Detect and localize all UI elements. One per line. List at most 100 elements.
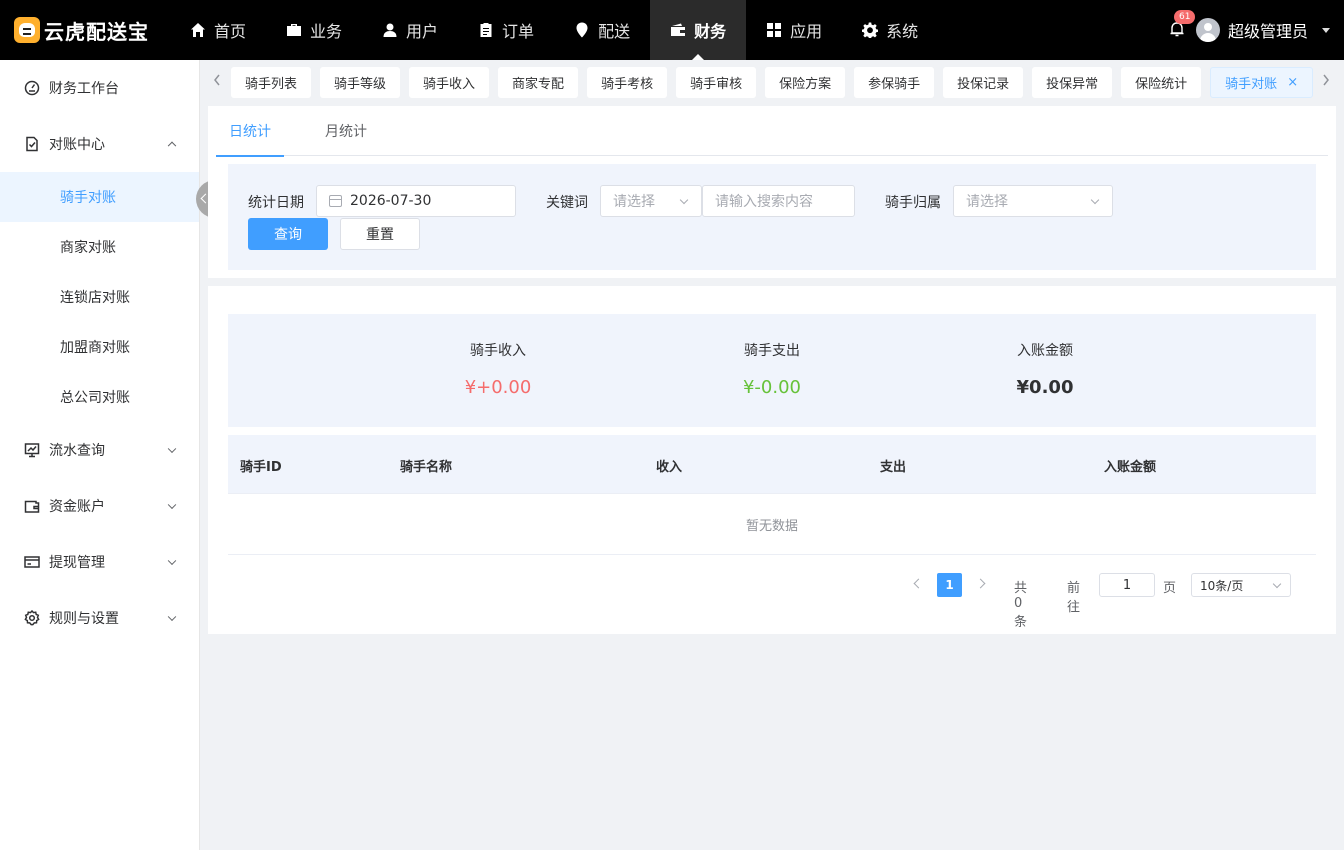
tags-bar: 骑手列表 骑手等级 骑手收入 商家专配 骑手考核 骑手审核 保险方案 参保骑手 … bbox=[208, 66, 1336, 100]
income-label: 骑手收入 bbox=[470, 343, 526, 359]
tag-rider-level[interactable]: 骑手等级 bbox=[320, 67, 401, 98]
sidebar-subitem-rider-reconcile[interactable]: 骑手对账 bbox=[0, 172, 199, 222]
tag-rider-reconcile[interactable]: 骑手对账 × bbox=[1210, 67, 1314, 98]
reset-button[interactable]: 重置 bbox=[340, 218, 420, 250]
app-logo[interactable]: 云虎配送宝 bbox=[14, 16, 149, 44]
topnav-label: 财务 bbox=[694, 22, 727, 41]
summary-card: 骑手收入 ¥+0.00 骑手支出 ¥-0.00 入账金额 ¥0.00 bbox=[228, 314, 1316, 427]
tab-daily[interactable]: 日统计 bbox=[216, 106, 284, 157]
caret-down-icon[interactable] bbox=[1322, 27, 1330, 33]
page-number-current[interactable]: 1 bbox=[937, 573, 962, 597]
settings-icon bbox=[24, 610, 40, 626]
filter-panel: 日统计 月统计 统计日期 2026-07-30 关键词 请选择 请输入搜索内容 … bbox=[208, 106, 1336, 278]
sidebar-item-reconcile[interactable]: 对账中心 bbox=[0, 116, 199, 172]
topnav-label: 应用 bbox=[790, 22, 823, 41]
goto-page-input[interactable]: 1 bbox=[1099, 573, 1155, 597]
query-button[interactable]: 查询 bbox=[248, 218, 328, 250]
wallet-icon bbox=[671, 23, 686, 36]
tag-insurance-exceptions[interactable]: 投保异常 bbox=[1032, 67, 1113, 98]
topnav-business[interactable]: 业务 bbox=[266, 0, 362, 60]
topnav-finance[interactable]: 财务 bbox=[650, 0, 747, 60]
sidebar-item-withdraw[interactable]: 提现管理 bbox=[0, 534, 199, 590]
notification-badge: 61 bbox=[1173, 10, 1196, 24]
table-header: 骑手ID 骑手名称 收入 支出 入账金额 bbox=[228, 435, 1316, 494]
belong-select[interactable]: 请选择 bbox=[953, 185, 1113, 217]
summary-income: 骑手收入 ¥+0.00 bbox=[398, 340, 598, 398]
keyword-input[interactable]: 请输入搜索内容 bbox=[702, 185, 855, 217]
sidebar-subitem-franchise-reconcile[interactable]: 加盟商对账 bbox=[0, 322, 199, 372]
credit-card-icon bbox=[24, 556, 40, 568]
topnav-delivery[interactable]: 配送 bbox=[554, 0, 650, 60]
close-icon[interactable]: × bbox=[1287, 75, 1298, 90]
tag-insured-riders[interactable]: 参保骑手 bbox=[854, 67, 935, 98]
entry-label: 入账金额 bbox=[1017, 343, 1073, 359]
topnav-apps[interactable]: 应用 bbox=[746, 0, 842, 60]
total-count: 共 0 条 bbox=[1014, 581, 1028, 630]
column-header-rider-name[interactable]: 骑手名称 bbox=[400, 456, 452, 475]
top-bar: 云虎配送宝 首页 业务 用户 订单 配送 财务 应用 系统 61 超级管理员 bbox=[0, 0, 1344, 60]
document-check-icon bbox=[26, 136, 38, 152]
tag-rider-list[interactable]: 骑手列表 bbox=[231, 67, 312, 98]
tag-insurance-plan[interactable]: 保险方案 bbox=[765, 67, 846, 98]
username[interactable]: 超级管理员 bbox=[1228, 18, 1308, 42]
sidebar-subitem-hq-reconcile[interactable]: 总公司对账 bbox=[0, 372, 199, 422]
prev-page-icon[interactable] bbox=[913, 578, 924, 589]
column-header-expense[interactable]: 支出 bbox=[880, 456, 906, 475]
filter-form: 统计日期 2026-07-30 关键词 请选择 请输入搜索内容 骑手归属 请选择… bbox=[228, 164, 1316, 270]
table-empty-text: 暂无数据 bbox=[228, 495, 1316, 555]
dashboard-icon bbox=[24, 80, 40, 96]
sidebar-item-accounts[interactable]: 资金账户 bbox=[0, 478, 199, 534]
topnav-label: 用户 bbox=[406, 22, 439, 41]
sidebar-item-label: 提现管理 bbox=[49, 555, 105, 571]
column-header-rider-id[interactable]: 骑手ID bbox=[240, 456, 282, 475]
topnav-system[interactable]: 系统 bbox=[842, 0, 938, 60]
topnav-users[interactable]: 用户 bbox=[362, 0, 458, 60]
sidebar-item-workbench[interactable]: 财务工作台 bbox=[0, 60, 199, 116]
topnav-label: 业务 bbox=[310, 22, 343, 41]
chart-board-icon bbox=[24, 443, 40, 458]
tags-list: 骑手列表 骑手等级 骑手收入 商家专配 骑手考核 骑手审核 保险方案 参保骑手 … bbox=[231, 67, 1322, 98]
sidebar-item-label: 流水查询 bbox=[49, 443, 105, 459]
keyword-select[interactable]: 请选择 bbox=[600, 185, 702, 217]
tags-scroll-left[interactable] bbox=[213, 74, 223, 88]
tag-rider-review[interactable]: 骑手审核 bbox=[676, 67, 757, 98]
topnav-home[interactable]: 首页 bbox=[170, 0, 266, 60]
income-value: ¥+0.00 bbox=[464, 377, 532, 398]
tiger-logo-icon bbox=[14, 17, 40, 43]
chevron-right-icon bbox=[1323, 74, 1329, 86]
grid-icon bbox=[767, 23, 782, 37]
topnav-orders[interactable]: 订单 bbox=[458, 0, 554, 60]
page-size-select[interactable]: 10条/页 bbox=[1191, 573, 1291, 597]
summary-expense: 骑手支出 ¥-0.00 bbox=[672, 340, 872, 398]
sidebar-item-flow[interactable]: 流水查询 bbox=[0, 422, 199, 478]
entry-value: ¥0.00 bbox=[1016, 377, 1074, 398]
avatar[interactable] bbox=[1195, 18, 1220, 42]
tag-rider-income[interactable]: 骑手收入 bbox=[409, 67, 490, 98]
sidebar-subitem-chain-reconcile[interactable]: 连锁店对账 bbox=[0, 272, 199, 322]
notification-button[interactable]: 61 bbox=[1168, 10, 1196, 40]
column-header-income[interactable]: 收入 bbox=[656, 456, 682, 475]
date-value: 2026-07-30 bbox=[350, 193, 432, 209]
chevron-left-icon bbox=[214, 74, 220, 86]
page-suffix: 页 bbox=[1163, 581, 1177, 596]
tag-rider-assessment[interactable]: 骑手考核 bbox=[587, 67, 668, 98]
topnav-label: 订单 bbox=[502, 22, 535, 41]
user-icon bbox=[383, 23, 397, 37]
top-nav: 首页 业务 用户 订单 配送 财务 应用 系统 bbox=[170, 0, 938, 60]
wallet-outline-icon bbox=[24, 500, 40, 513]
tags-scroll-right[interactable] bbox=[1322, 74, 1332, 88]
column-header-entry-amount[interactable]: 入账金额 bbox=[1104, 456, 1156, 475]
chevron-up-icon bbox=[167, 141, 177, 151]
tab-monthly[interactable]: 月统计 bbox=[312, 106, 380, 156]
summary-entry: 入账金额 ¥0.00 bbox=[945, 340, 1145, 398]
date-picker[interactable]: 2026-07-30 bbox=[316, 185, 516, 217]
gear-icon bbox=[862, 22, 879, 38]
tag-merchant-dedicated[interactable]: 商家专配 bbox=[498, 67, 579, 98]
chevron-down-icon bbox=[1090, 195, 1100, 205]
tag-insurance-records[interactable]: 投保记录 bbox=[943, 67, 1024, 98]
sidebar-item-rules[interactable]: 规则与设置 bbox=[0, 590, 199, 646]
sidebar-subitem-merchant-reconcile[interactable]: 商家对账 bbox=[0, 222, 199, 272]
sidebar-item-label: 资金账户 bbox=[49, 499, 105, 515]
tag-insurance-stats[interactable]: 保险统计 bbox=[1121, 67, 1202, 98]
next-page-icon[interactable] bbox=[975, 578, 986, 589]
